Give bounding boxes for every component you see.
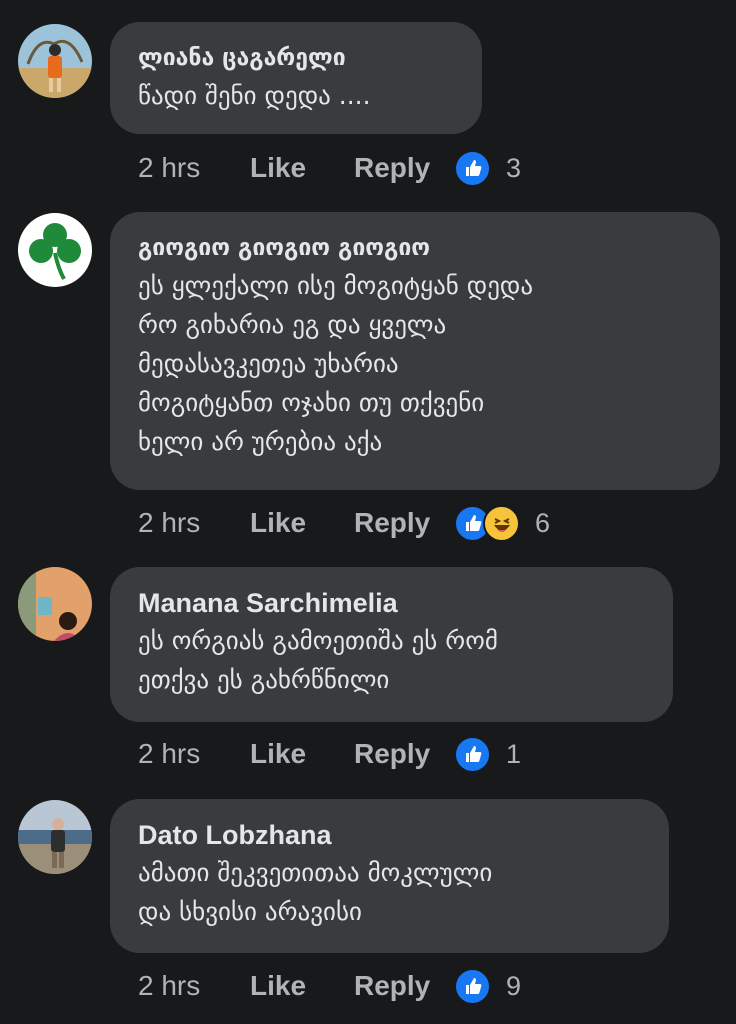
comment-timestamp[interactable]: 2 hrs [138,738,250,770]
comment-timestamp[interactable]: 2 hrs [138,970,250,1002]
reaction-count: 6 [535,507,551,538]
avatar[interactable] [18,213,92,287]
comment-bubble: Dato Lobzhana ამათი შეკვეთითაა მოკლული დ… [110,799,669,953]
reply-button[interactable]: Reply [354,738,454,770]
like-icon [454,149,491,187]
avatar[interactable] [18,567,92,641]
comment-author[interactable]: ლიანა ცაგარელი [138,40,454,76]
comments-list: ლიანა ცაგარელი წადი შენი დედა .... 2 hrs… [0,0,736,1024]
reaction-count: 1 [506,738,522,769]
reply-button[interactable]: Reply [354,970,454,1002]
reaction-summary[interactable]: 3 [454,149,522,187]
comment-author[interactable]: Dato Lobzhana [138,817,641,853]
comment-author[interactable]: Manana Sarchimelia [138,585,645,621]
reaction-summary[interactable]: 6 [454,504,551,542]
comment-actions: 2 hrs Like Reply 6 [138,503,550,543]
reaction-count: 9 [506,970,522,1001]
comment-text: ეს ორგიას გამოეთიშა ეს რომ ეთქვა ეს გახრ… [138,626,498,694]
comment-actions: 2 hrs Like Reply 1 [138,734,521,774]
comment-timestamp[interactable]: 2 hrs [138,152,250,184]
comment-bubble: Manana Sarchimelia ეს ორგიას გამოეთიშა ე… [110,567,673,722]
comment-text: ეს ყლექალი ისე მოგიტყან დედა რო გიხარია … [138,271,534,456]
reaction-summary[interactable]: 9 [454,967,522,1005]
like-button[interactable]: Like [250,152,354,184]
comment-timestamp[interactable]: 2 hrs [138,507,250,539]
comment-actions: 2 hrs Like Reply 3 [138,148,521,188]
avatar[interactable] [18,24,92,98]
like-icon [454,735,491,773]
comment-author[interactable]: გიოგიო გიოგიო გიოგიო [138,230,692,266]
reply-button[interactable]: Reply [354,507,454,539]
reaction-summary[interactable]: 1 [454,735,522,773]
like-button[interactable]: Like [250,507,354,539]
like-button[interactable]: Like [250,970,354,1002]
avatar[interactable] [18,800,92,874]
comment-actions: 2 hrs Like Reply 9 [138,966,521,1006]
comment-bubble: გიოგიო გიოგიო გიოგიო ეს ყლექალი ისე მოგი… [110,212,720,490]
comment-bubble: ლიანა ცაგარელი წადი შენი დედა .... [110,22,482,134]
like-button[interactable]: Like [250,738,354,770]
haha-icon [483,504,520,542]
reaction-count: 3 [506,152,522,183]
comment-text: ამათი შეკვეთითაა მოკლული და სხვისი არავი… [138,858,493,926]
reply-button[interactable]: Reply [354,152,454,184]
like-icon [454,967,491,1005]
comment-text: წადი შენი დედა .... [138,81,371,110]
